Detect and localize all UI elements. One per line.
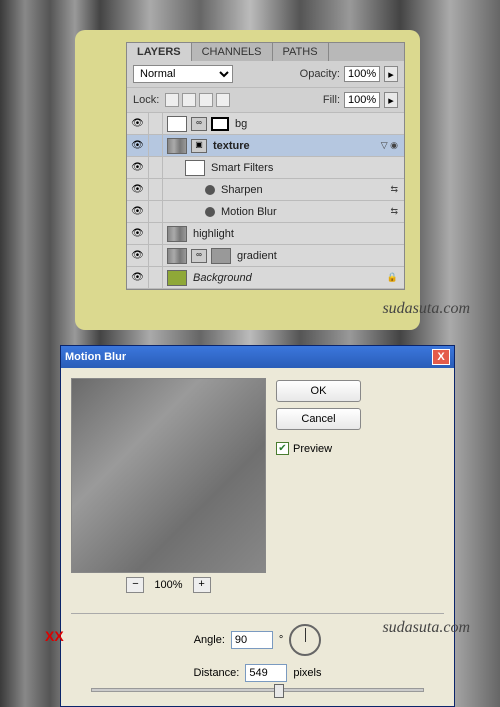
layer-thumb — [167, 226, 187, 242]
cancel-button[interactable]: Cancel — [276, 408, 361, 430]
eye-icon[interactable]: 👁 — [131, 140, 144, 151]
distance-input[interactable] — [245, 664, 287, 682]
fill-label: Fill: — [323, 94, 340, 106]
layer-row-gradient[interactable]: 👁 ∞ gradient — [127, 245, 404, 267]
filter-dot-icon — [205, 185, 215, 195]
layer-thumb — [167, 248, 187, 264]
tab-layers[interactable]: LAYERS — [127, 43, 192, 61]
layer-row-smartfilters[interactable]: 👁 Smart Filters — [127, 157, 404, 179]
layer-row-motionblur[interactable]: 👁 Motion Blur ⇆ — [127, 201, 404, 223]
lock-pixels-icon[interactable] — [182, 93, 196, 107]
opacity-input[interactable] — [344, 66, 380, 82]
opacity-flyout[interactable]: ▸ — [384, 66, 398, 82]
fill-flyout[interactable]: ▸ — [384, 92, 398, 108]
filter-mask-thumb — [185, 160, 205, 176]
watermark: sudasuta.com — [382, 619, 470, 637]
tab-paths[interactable]: PATHS — [273, 43, 329, 61]
eye-icon[interactable]: 👁 — [131, 250, 144, 261]
layer-row-highlight[interactable]: 👁 highlight — [127, 223, 404, 245]
layer-row-background[interactable]: 👁 Background 🔒 — [127, 267, 404, 289]
layer-thumb — [167, 138, 187, 154]
eye-icon[interactable]: 👁 — [131, 162, 144, 173]
tab-channels[interactable]: CHANNELS — [192, 43, 273, 61]
layer-name: Background — [193, 272, 252, 284]
angle-unit: ° — [279, 634, 283, 646]
checkbox-icon[interactable]: ✔ — [276, 442, 289, 455]
layer-name: Sharpen — [221, 184, 263, 196]
opacity-label: Opacity: — [300, 68, 340, 80]
watermark: sudasuta.com — [382, 300, 470, 318]
filter-dot-icon — [205, 207, 215, 217]
panel-tabs: LAYERS CHANNELS PATHS — [127, 43, 404, 61]
lock-label: Lock: — [133, 94, 159, 106]
layer-name: texture — [213, 140, 250, 152]
dialog-titlebar[interactable]: Motion Blur X — [61, 346, 454, 368]
mask-thumb — [211, 248, 231, 264]
slider-thumb[interactable] — [274, 684, 284, 698]
layer-list: 👁 ∞ bg 👁 ▣ texture ▽ ◉ 👁 Smart Filters 👁 — [127, 113, 404, 289]
layer-row-bg[interactable]: 👁 ∞ bg — [127, 113, 404, 135]
eye-icon[interactable]: 👁 — [131, 228, 144, 239]
blend-mode-select[interactable]: Normal — [133, 65, 233, 83]
blend-opacity-row: Normal Opacity: ▸ — [127, 61, 404, 88]
distance-unit: pixels — [293, 667, 321, 679]
filter-toggle-icon[interactable]: ▽ ◉ — [381, 140, 398, 151]
angle-input[interactable] — [231, 631, 273, 649]
eye-icon[interactable]: 👁 — [131, 118, 144, 129]
distance-slider[interactable] — [91, 688, 424, 692]
close-icon[interactable]: X — [432, 349, 450, 365]
lock-icons — [165, 93, 230, 107]
layer-thumb — [167, 116, 187, 132]
layer-name: gradient — [237, 250, 277, 262]
layers-panel: LAYERS CHANNELS PATHS Normal Opacity: ▸ … — [126, 42, 405, 290]
eye-icon[interactable]: 👁 — [131, 184, 144, 195]
eye-icon[interactable]: 👁 — [131, 272, 144, 283]
zoom-in-button[interactable]: + — [193, 577, 211, 593]
link-badge-icon: ∞ — [191, 249, 207, 263]
preview-checkbox-row[interactable]: ✔ Preview — [276, 442, 332, 455]
motion-blur-dialog: Motion Blur X − 100% + OK Cancel ✔ Previ… — [60, 345, 455, 707]
xx-label: XX — [45, 628, 64, 644]
angle-label: Angle: — [194, 634, 225, 646]
ok-button[interactable]: OK — [276, 380, 361, 402]
lock-fill-row: Lock: Fill: ▸ — [127, 88, 404, 113]
lock-position-icon[interactable] — [199, 93, 213, 107]
layer-row-texture[interactable]: 👁 ▣ texture ▽ ◉ — [127, 135, 404, 157]
preview-checkbox-label: Preview — [293, 443, 332, 455]
dialog-title: Motion Blur — [65, 351, 432, 363]
layer-name: Smart Filters — [211, 162, 273, 174]
eye-icon[interactable]: 👁 — [131, 206, 144, 217]
mask-thumb — [211, 117, 229, 131]
layer-name: Motion Blur — [221, 206, 277, 218]
zoom-value: 100% — [154, 579, 182, 591]
preview-thumbnail[interactable] — [71, 378, 266, 573]
zoom-out-button[interactable]: − — [126, 577, 144, 593]
lock-transparency-icon[interactable] — [165, 93, 179, 107]
angle-dial[interactable] — [289, 624, 321, 656]
distance-label: Distance: — [194, 667, 240, 679]
lock-all-icon[interactable] — [216, 93, 230, 107]
lock-icon: 🔒 — [387, 272, 398, 283]
filter-settings-icon[interactable]: ⇆ — [390, 206, 398, 217]
smart-object-icon: ▣ — [191, 139, 207, 153]
layer-row-sharpen[interactable]: 👁 Sharpen ⇆ — [127, 179, 404, 201]
layer-thumb — [167, 270, 187, 286]
layer-name: highlight — [193, 228, 234, 240]
link-badge-icon: ∞ — [191, 117, 207, 131]
layer-name: bg — [235, 118, 247, 130]
filter-settings-icon[interactable]: ⇆ — [390, 184, 398, 195]
fill-input[interactable] — [344, 92, 380, 108]
